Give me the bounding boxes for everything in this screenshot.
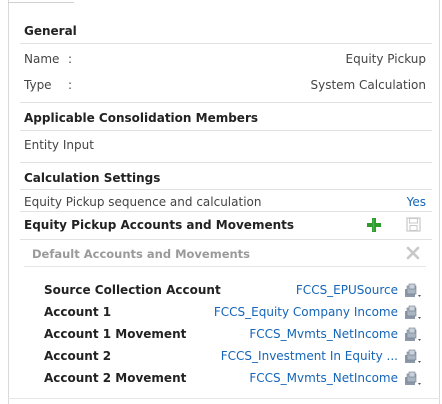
divider (20, 189, 432, 190)
account-2-movement-value-link[interactable]: FCCS_Mvmts_NetIncome (249, 371, 398, 385)
account-2-value-link[interactable]: FCCS_Investment In Equity ... (221, 349, 398, 363)
name-colon: : (68, 52, 73, 66)
account-1-value-link[interactable]: FCCS_Equity Company Income (214, 305, 398, 319)
account-2-movement-label: Account 2 Movement (44, 371, 187, 385)
epu-sequence-label: Equity Pickup sequence and calculation (24, 195, 262, 209)
save-icon[interactable] (406, 217, 421, 232)
close-icon[interactable] (406, 246, 420, 260)
account-2-label: Account 2 (44, 349, 112, 363)
type-colon: : (68, 78, 73, 92)
divider (20, 130, 432, 131)
default-accounts-movements-header: Default Accounts and Movements (32, 247, 251, 261)
consolidation-member: Entity Input (24, 138, 94, 152)
member-selector-icon[interactable] (403, 305, 425, 321)
source-collection-account-label: Source Collection Account (44, 283, 221, 297)
account-1-label: Account 1 (44, 305, 112, 319)
source-collection-account-value-link[interactable]: FCCS_EPUSource (296, 283, 398, 297)
epu-sequence-value-link[interactable]: Yes (407, 195, 426, 209)
divider (20, 162, 432, 163)
divider (20, 211, 432, 212)
type-value: System Calculation (310, 78, 426, 92)
account-1-movement-value-link[interactable]: FCCS_Mvmts_NetIncome (249, 327, 398, 341)
divider (20, 102, 432, 103)
member-selector-icon[interactable] (403, 327, 425, 343)
section-general-header: General (24, 24, 77, 38)
divider (8, 398, 440, 399)
member-selector-icon[interactable] (403, 283, 425, 299)
tab-edge (8, 2, 74, 3)
plus-icon[interactable] (366, 217, 382, 233)
name-value: Equity Pickup (345, 52, 426, 66)
name-label: Name (24, 52, 60, 66)
divider (24, 266, 426, 267)
divider (20, 239, 432, 240)
member-selector-icon[interactable] (403, 371, 425, 387)
type-label: Type (24, 78, 52, 92)
member-selector-icon[interactable] (403, 349, 425, 365)
section-consolidation-header: Applicable Consolidation Members (24, 111, 259, 125)
account-1-movement-label: Account 1 Movement (44, 327, 187, 341)
section-calc-settings-header: Calculation Settings (24, 171, 161, 185)
divider (20, 43, 432, 44)
